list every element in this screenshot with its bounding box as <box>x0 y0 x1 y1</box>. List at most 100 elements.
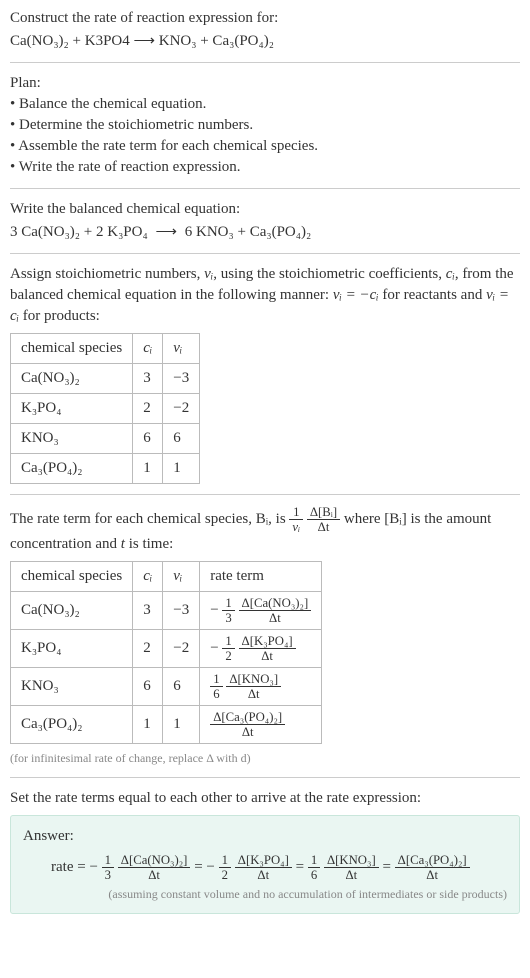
equals: = <box>194 859 206 875</box>
denominator: Δt <box>235 868 292 882</box>
numerator: 1 <box>219 853 231 868</box>
sign: − <box>89 859 97 875</box>
cell-species: Ca(NO₃)₂ <box>11 592 133 630</box>
denominator: 6 <box>308 868 320 882</box>
denominator: 2 <box>219 868 231 882</box>
denominator: Δt <box>307 520 340 534</box>
conc-fraction: Δ[Ca₃(PO₄)₂]Δt <box>395 853 470 882</box>
conc-fraction: Δ[K₃PO₄]Δt <box>239 634 296 663</box>
col-nu: νᵢ <box>163 334 200 364</box>
cell-rate: Δ[Ca₃(PO₄)₂]Δt <box>200 706 322 744</box>
conc-fraction: Δ[Ca₃(PO₄)₂]Δt <box>210 710 285 739</box>
text: is time: <box>125 536 173 552</box>
numerator: Δ[K₃PO₄] <box>235 853 292 868</box>
conc-fraction: Δ[Ca(NO₃)₂]Δt <box>239 596 312 625</box>
denominator: 3 <box>102 868 114 882</box>
coef-fraction: 12 <box>219 853 231 882</box>
construct-text: Construct the rate of reaction expressio… <box>10 8 520 29</box>
denominator: Δt <box>226 687 281 701</box>
stoich-intro: Assign stoichiometric numbers, νᵢ, using… <box>10 264 520 327</box>
cell-species: KNO₃ <box>11 424 133 454</box>
cell-c: 6 <box>133 668 163 706</box>
table-row: Ca₃(PO₄)₂ 1 1 Δ[Ca₃(PO₄)₂]Δt <box>11 706 322 744</box>
denominator: Δt <box>210 725 285 739</box>
problem-statement: Construct the rate of reaction expressio… <box>10 8 520 52</box>
cell-nu: 1 <box>163 706 200 744</box>
final-intro: Set the rate terms equal to each other t… <box>10 788 520 809</box>
denominator: Δt <box>324 868 379 882</box>
table-row: Ca(NO₃)₂ 3 −3 − 13 Δ[Ca(NO₃)₂]Δt <box>11 592 322 630</box>
numerator: Δ[KNO₃] <box>324 853 379 868</box>
equals: = <box>296 859 308 875</box>
cell-species: Ca₃(PO₄)₂ <box>11 706 133 744</box>
answer-box: Answer: rate = − 13 Δ[Ca(NO₃)₂]Δt = − 12… <box>10 815 520 914</box>
cell-nu: 1 <box>163 454 200 484</box>
divider <box>10 62 520 63</box>
plan-list: Balance the chemical equation. Determine… <box>10 94 520 178</box>
numerator: 1 <box>102 853 114 868</box>
cell-rate: − 12 Δ[K₃PO₄]Δt <box>200 630 322 668</box>
denominator: 3 <box>222 611 234 625</box>
table-row: K₃PO₄ 2 −2 <box>11 394 200 424</box>
table-row: KNO₃ 6 6 16 Δ[KNO₃]Δt <box>11 668 322 706</box>
text: The rate term for each chemical species,… <box>10 511 289 527</box>
table-header-row: chemical species cᵢ νᵢ <box>11 334 200 364</box>
plus: + <box>84 224 96 240</box>
text: for products: <box>19 308 100 324</box>
cell-species: KNO₃ <box>11 668 133 706</box>
cell-nu: 6 <box>163 424 200 454</box>
denominator: 2 <box>222 649 234 663</box>
numerator: 1 <box>222 596 234 611</box>
numerator: 1 <box>210 672 222 687</box>
rate-expression: rate = − 13 Δ[Ca(NO₃)₂]Δt = − 12 Δ[K₃PO₄… <box>23 853 507 882</box>
table-row: Ca(NO₃)₂ 3 −3 <box>11 364 200 394</box>
rhs-term: Ca₃(PO₄)₂ <box>250 224 312 240</box>
cell-species: K₃PO₄ <box>11 630 133 668</box>
coef-fraction: 12 <box>222 634 234 663</box>
cell-nu: −3 <box>163 364 200 394</box>
balanced-section: Write the balanced chemical equation: 3 … <box>10 199 520 243</box>
numerator: Δ[Ca(NO₃)₂] <box>118 853 191 868</box>
rate-terms-intro: The rate term for each chemical species,… <box>10 505 520 555</box>
sign: − <box>210 602 218 618</box>
cell-rate: − 13 Δ[Ca(NO₃)₂]Δt <box>200 592 322 630</box>
cell-nu: −2 <box>163 394 200 424</box>
plan-section: Plan: Balance the chemical equation. Det… <box>10 73 520 178</box>
final-section: Set the rate terms equal to each other t… <box>10 788 520 914</box>
cell-nu: −3 <box>163 592 200 630</box>
fraction: Δ[Bᵢ]Δt <box>307 505 340 534</box>
table-header-row: chemical species cᵢ νᵢ rate term <box>11 562 322 592</box>
text: , using the stoichiometric coefficients, <box>213 266 446 282</box>
divider <box>10 188 520 189</box>
cell-nu: −2 <box>163 630 200 668</box>
numerator: Δ[Ca₃(PO₄)₂] <box>210 710 285 725</box>
cell-species: Ca(NO₃)₂ <box>11 364 133 394</box>
plan-item: Write the rate of reaction expression. <box>10 157 520 178</box>
coef-fraction: 16 <box>210 672 222 701</box>
fraction: 1νᵢ <box>289 505 303 534</box>
rate-label: rate = <box>51 859 89 875</box>
denominator: 6 <box>210 687 222 701</box>
sign: − <box>206 859 214 875</box>
cell-c: 6 <box>133 424 163 454</box>
table-row: Ca₃(PO₄)₂ 1 1 <box>11 454 200 484</box>
col-nu: νᵢ <box>163 562 200 592</box>
plan-title: Plan: <box>10 73 520 94</box>
answer-label: Answer: <box>23 826 507 847</box>
sign: − <box>210 640 218 656</box>
cell-rate: 16 Δ[KNO₃]Δt <box>200 668 322 706</box>
col-species: chemical species <box>11 562 133 592</box>
denominator: Δt <box>395 868 470 882</box>
numerator: Δ[Ca(NO₃)₂] <box>239 596 312 611</box>
table-row: K₃PO₄ 2 −2 − 12 Δ[K₃PO₄]Δt <box>11 630 322 668</box>
numerator: 1 <box>289 505 303 520</box>
lhs-term: 3 Ca(NO₃)₂ <box>10 224 80 240</box>
denominator: νᵢ <box>289 520 303 534</box>
cell-c: 3 <box>133 592 163 630</box>
nu-symbol: νᵢ <box>204 266 213 282</box>
conc-fraction: Δ[K₃PO₄]Δt <box>235 853 292 882</box>
stoich-section: Assign stoichiometric numbers, νᵢ, using… <box>10 264 520 484</box>
plan-item: Determine the stoichiometric numbers. <box>10 115 520 136</box>
col-rate: rate term <box>200 562 322 592</box>
denominator: Δt <box>239 611 312 625</box>
